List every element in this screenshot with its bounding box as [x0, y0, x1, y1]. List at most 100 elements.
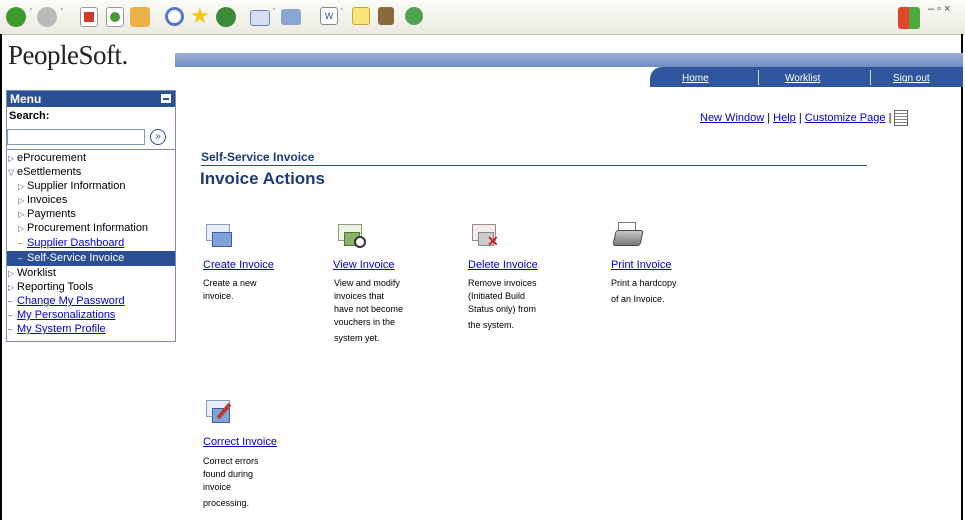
link-separator: | — [798, 111, 802, 124]
description-line: invoice — [203, 482, 232, 492]
stop-icon[interactable] — [80, 7, 98, 27]
link-separator: | — [767, 111, 771, 124]
home-icon[interactable] — [130, 7, 150, 27]
menu-item-my-personalizations[interactable]: – My Personalizations — [8, 309, 115, 321]
menu-item-reporting-tools[interactable]: ▷ Reporting Tools — [8, 281, 93, 293]
help-link[interactable]: Help — [773, 112, 796, 124]
description-line: View and modify — [334, 278, 400, 288]
http-link-icon[interactable] — [894, 110, 909, 126]
menu-title: Menu — [10, 92, 42, 106]
correct-invoice-icon[interactable] — [206, 398, 234, 424]
collapsed-arrow-icon: ▷ — [18, 210, 25, 219]
word-icon[interactable]: W — [320, 7, 338, 25]
search-icon[interactable] — [165, 7, 184, 26]
menu-item-procurement-information[interactable]: ▷ Procurement Information — [18, 222, 148, 234]
print-icon[interactable] — [281, 9, 301, 25]
mail-icon[interactable] — [250, 10, 270, 26]
collapsed-arrow-icon: ▷ — [8, 283, 15, 292]
menu-item-invoices[interactable]: ▷ Invoices — [18, 194, 67, 206]
delete-invoice-link[interactable]: Delete Invoice — [468, 259, 538, 271]
new-window-link[interactable]: New Window — [700, 112, 764, 124]
menu-header: Menu — [7, 91, 175, 107]
description-line: invoices that — [334, 291, 385, 301]
search-label: Search: — [9, 110, 50, 122]
view-invoice-icon[interactable] — [338, 222, 366, 248]
page-title: Invoice Actions — [200, 169, 326, 188]
menu-item-eprocurement[interactable]: ▷ eProcurement — [8, 152, 86, 164]
dash-icon: – — [18, 254, 23, 263]
description-line: (Initiated Build — [468, 291, 526, 301]
menu-item-label: Worklist — [17, 267, 56, 279]
forward-icon[interactable] — [37, 7, 57, 27]
description-line: vouchers in the — [334, 317, 396, 327]
home-link[interactable]: Home — [682, 73, 709, 84]
history-icon[interactable] — [216, 7, 236, 27]
description-line: the system. — [468, 320, 515, 330]
description-line: Status only) from — [468, 304, 537, 314]
menu-item-label: eSettlements — [17, 166, 82, 178]
menu-item-label: Self-Service Invoice — [27, 252, 125, 264]
customize-page-link[interactable]: Customize Page — [805, 112, 886, 124]
menu-item-label: Payments — [27, 208, 76, 220]
messenger-icon[interactable] — [405, 7, 423, 25]
header-nav: Home Worklist Sign out — [650, 67, 963, 87]
menu-item-self-service-invoice[interactable]: – Self-Service Invoice — [18, 252, 124, 264]
menu-divider — [7, 149, 175, 150]
menu-item-label: My Personalizations — [17, 309, 116, 321]
menu-item-label: Change My Password — [17, 295, 125, 307]
menu-item-payments[interactable]: ▷ Payments — [18, 208, 76, 220]
description-line: processing. — [203, 498, 250, 508]
create-invoice-icon[interactable] — [206, 222, 232, 247]
description-line: Create a new — [203, 278, 257, 288]
collapsed-arrow-icon: ▷ — [8, 154, 15, 163]
menu-item-label: Invoices — [27, 194, 68, 206]
print-invoice-link[interactable]: Print Invoice — [611, 259, 672, 271]
description-line: system yet. — [334, 333, 380, 343]
printer-icon[interactable] — [612, 222, 644, 248]
dash-icon: – — [8, 325, 13, 334]
menu-item-label: Supplier Information — [27, 180, 126, 192]
view-invoice-link[interactable]: View Invoice — [333, 259, 395, 271]
correct-invoice-description: Correct errors found during invoice proc… — [203, 455, 259, 510]
search-go-button[interactable]: » — [150, 129, 166, 145]
correct-invoice-link[interactable]: Correct Invoice — [203, 436, 277, 448]
menu-item-my-system-profile[interactable]: – My System Profile — [8, 323, 106, 335]
expanded-arrow-icon: ▽ — [8, 168, 15, 177]
menu-item-worklist[interactable]: ▷ Worklist — [8, 267, 56, 279]
favorites-icon[interactable]: ★ — [190, 3, 210, 28]
menu-search-input[interactable] — [7, 129, 145, 145]
description-line: Print a hardcopy — [611, 278, 677, 288]
menu-item-esettlements[interactable]: ▽ eSettlements — [8, 166, 81, 178]
menu-item-supplier-dashboard[interactable]: – Supplier Dashboard — [18, 237, 124, 249]
section-divider — [201, 165, 867, 166]
refresh-icon[interactable] — [106, 7, 124, 27]
sign-out-link[interactable]: Sign out — [893, 73, 930, 84]
description-line: of an Invoice. — [611, 294, 665, 304]
collapsed-arrow-icon: ▷ — [18, 224, 25, 233]
peoplesoft-logo: PeopleSoft. — [8, 40, 128, 70]
description-line: Remove invoices — [468, 278, 537, 288]
page-links: New Window | Help | Customize Page | — [700, 110, 909, 126]
menu-item-label: eProcurement — [17, 152, 87, 164]
description-line: found during — [203, 469, 254, 479]
menu-item-supplier-information[interactable]: ▷ Supplier Information — [18, 180, 125, 192]
collapsed-arrow-icon: ▷ — [18, 196, 25, 205]
collapsed-arrow-icon: ▷ — [18, 182, 25, 191]
collapse-icon[interactable] — [161, 94, 171, 103]
menu-item-change-password[interactable]: – Change My Password — [8, 295, 125, 307]
window-controls[interactable]: – ▫ × — [928, 3, 951, 15]
description-line: invoice. — [203, 291, 234, 301]
back-icon[interactable] — [6, 7, 26, 27]
nav-divider — [758, 70, 759, 85]
worklist-link[interactable]: Worklist — [785, 73, 820, 84]
notes-icon[interactable] — [352, 7, 370, 25]
research-icon[interactable] — [378, 7, 394, 25]
create-invoice-link[interactable]: Create Invoice — [203, 259, 274, 271]
collapsed-arrow-icon: ▷ — [8, 269, 15, 278]
view-invoice-description: View and modify invoices that have not b… — [334, 277, 403, 345]
menu-item-label: Supplier Dashboard — [27, 237, 125, 249]
delete-invoice-icon[interactable]: ✕ — [472, 222, 500, 248]
nav-divider — [870, 70, 871, 85]
print-invoice-description: Print a hardcopy of an Invoice. — [611, 277, 677, 306]
description-line: have not become — [334, 304, 404, 314]
